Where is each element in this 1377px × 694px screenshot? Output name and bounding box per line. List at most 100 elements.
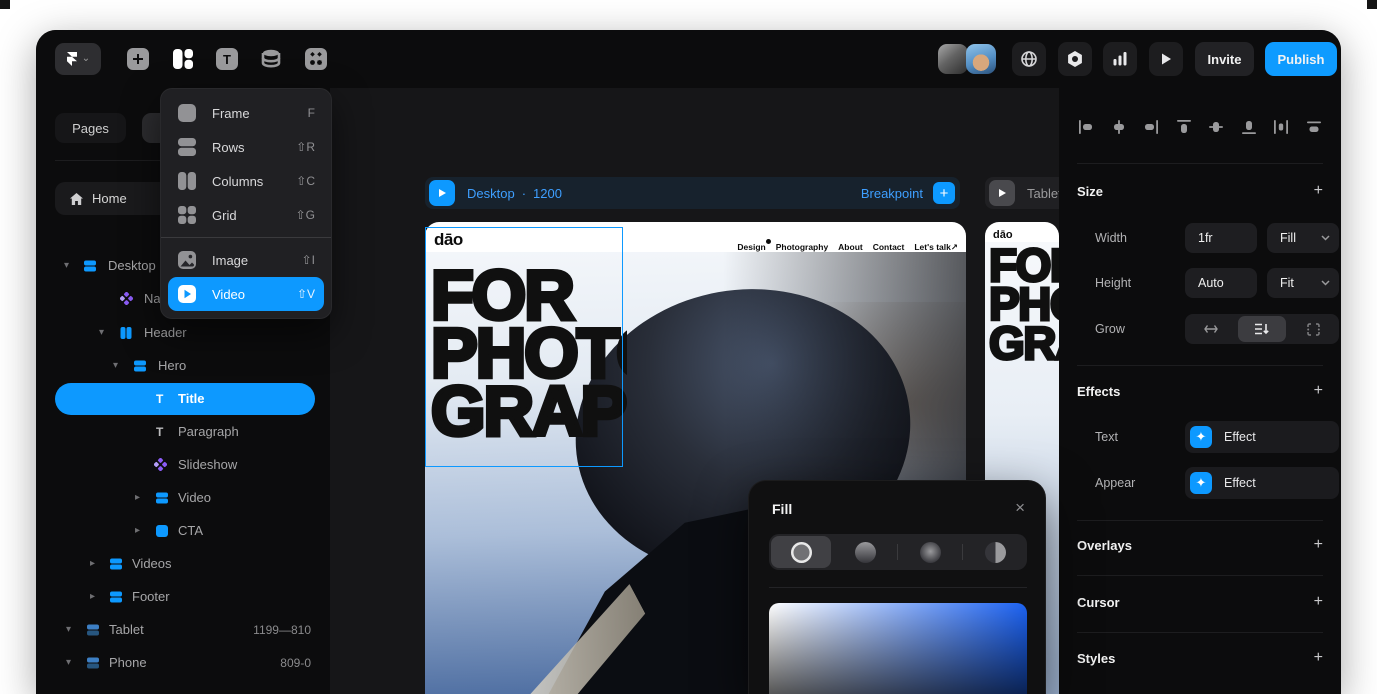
caret-right-icon[interactable]: ▸ — [135, 492, 140, 503]
width-input[interactable]: 1fr — [1185, 223, 1257, 253]
breakpoint-title[interactable]: Desktop · 1200 — [467, 186, 562, 201]
add-breakpoint-button[interactable]: + — [933, 182, 955, 204]
hero-title[interactable]: FOR PHOTO GRAP — [989, 246, 1059, 363]
preview-button[interactable] — [1149, 42, 1183, 76]
layout-tool-button[interactable] — [170, 46, 196, 72]
add-effect-button[interactable]: + — [1314, 382, 1323, 400]
plugins-button[interactable] — [1058, 42, 1092, 76]
text-tool-icon: T — [216, 48, 238, 70]
caret-right-icon[interactable]: ▸ — [135, 525, 140, 536]
text-tool-button[interactable]: T — [214, 46, 240, 72]
video-icon — [177, 284, 197, 304]
chevron-down-icon — [1321, 280, 1330, 286]
text-effect-button[interactable]: ✦ Effect — [1185, 421, 1339, 453]
site-logo: dāo — [993, 229, 1013, 241]
add-overlay-button[interactable]: + — [1314, 536, 1323, 554]
breakpoint-icon — [87, 624, 99, 636]
align-top-icon[interactable] — [1175, 118, 1193, 136]
layer-row-paragraph[interactable]: T Paragraph — [36, 415, 330, 448]
color-picker-area[interactable] — [769, 603, 1027, 694]
linear-gradient-icon — [855, 542, 876, 563]
layer-row-title-selected[interactable]: T Title — [36, 382, 330, 415]
align-center-vertical-icon[interactable] — [1207, 118, 1225, 136]
play-icon — [1159, 52, 1173, 66]
selection-outline[interactable] — [425, 227, 623, 467]
desktop-breakpoint-bar[interactable]: Desktop · 1200 Breakpoint + — [425, 177, 960, 209]
layers-tab-partial[interactable] — [142, 113, 162, 143]
caret-down-icon[interactable]: ▾ — [66, 624, 71, 635]
menu-item-image[interactable]: Image ⇧I — [168, 243, 324, 277]
layer-row-cta[interactable]: ▸ CTA — [36, 514, 330, 547]
inspector-panel: Size + Width 1fr Fill Height Auto Fit Gr… — [1059, 88, 1341, 694]
caret-right-icon[interactable]: ▸ — [90, 591, 95, 602]
play-tablet-button[interactable] — [989, 180, 1015, 206]
align-right-icon[interactable] — [1142, 118, 1160, 136]
menu-item-rows[interactable]: Rows ⇧R — [168, 130, 324, 164]
add-style-button[interactable]: + — [1314, 649, 1323, 667]
site-nav: Design Photography About Contact Let's t… — [737, 242, 958, 253]
insert-tool-button[interactable] — [125, 46, 151, 72]
add-cursor-button[interactable]: + — [1314, 593, 1323, 611]
menu-item-grid[interactable]: Grid ⇧G — [168, 198, 324, 232]
nav-about[interactable]: About — [838, 242, 863, 253]
breakpoint-icon — [87, 657, 99, 669]
menu-item-columns[interactable]: Columns ⇧C — [168, 164, 324, 198]
collaborator-avatar[interactable] — [966, 44, 996, 74]
layer-row-hero[interactable]: ▾ Hero — [36, 349, 330, 382]
fill-type-radial-gradient[interactable] — [900, 536, 960, 568]
distribute-vertical-icon[interactable] — [1305, 118, 1323, 136]
cms-tool-button[interactable] — [258, 46, 284, 72]
width-mode-select[interactable]: Fill — [1267, 223, 1339, 253]
align-center-horizontal-icon[interactable] — [1110, 118, 1128, 136]
layer-row-slideshow[interactable]: Slideshow — [36, 448, 330, 481]
caret-down-icon[interactable]: ▾ — [99, 327, 104, 338]
notification-dot — [766, 239, 771, 244]
distribute-horizontal-icon[interactable] — [1272, 118, 1290, 136]
menu-item-video-selected[interactable]: Video ⇧V — [168, 277, 324, 311]
height-mode-select[interactable]: Fit — [1267, 268, 1339, 298]
menu-item-frame[interactable]: Frame F — [168, 96, 324, 130]
fill-popup-title: Fill — [772, 501, 792, 517]
nav-contact[interactable]: Contact — [873, 242, 905, 253]
rows-icon — [134, 360, 146, 372]
grow-horizontal-option[interactable] — [1187, 316, 1234, 342]
caret-down-icon[interactable]: ▾ — [64, 260, 69, 271]
close-icon[interactable]: × — [1015, 498, 1025, 518]
alignment-toolbar — [1077, 118, 1323, 136]
fill-type-solid[interactable] — [771, 536, 831, 568]
grow-vertical-option-selected[interactable] — [1238, 316, 1285, 342]
pages-tab[interactable]: Pages — [55, 113, 126, 143]
caret-down-icon[interactable]: ▾ — [113, 360, 118, 371]
site-settings-button[interactable] — [1012, 42, 1046, 76]
layer-row-footer[interactable]: ▸ Footer — [36, 580, 330, 613]
layer-row-videos[interactable]: ▸ Videos — [36, 547, 330, 580]
nav-design[interactable]: Design — [737, 242, 765, 253]
align-bottom-icon[interactable] — [1240, 118, 1258, 136]
add-size-button[interactable]: + — [1314, 182, 1323, 200]
fill-type-angular-gradient[interactable] — [965, 536, 1025, 568]
layer-label: Title — [178, 391, 205, 406]
play-desktop-button[interactable] — [429, 180, 455, 206]
framer-logo-menu-button[interactable]: ⌄ — [55, 43, 101, 75]
grow-fixed-option[interactable] — [1290, 316, 1337, 342]
fill-type-linear-gradient[interactable] — [835, 536, 895, 568]
height-label: Height — [1095, 276, 1131, 290]
tablet-breakpoint-bar[interactable]: Tablet — [985, 177, 1059, 209]
caret-down-icon[interactable]: ▾ — [66, 657, 71, 668]
assets-tool-button[interactable] — [303, 46, 329, 72]
collaborator-avatar[interactable] — [938, 44, 968, 74]
caret-right-icon[interactable]: ▸ — [90, 558, 95, 569]
height-input[interactable]: Auto — [1185, 268, 1257, 298]
layer-row-header[interactable]: ▾ Header — [36, 316, 330, 349]
layer-row-video[interactable]: ▸ Video — [36, 481, 330, 514]
nav-lets-talk[interactable]: Let's talk↗ — [914, 242, 958, 253]
invite-button[interactable]: Invite — [1195, 42, 1254, 76]
layer-row-tablet[interactable]: ▾ Tablet 1199—810 — [36, 613, 330, 646]
align-left-icon[interactable] — [1077, 118, 1095, 136]
analytics-button[interactable] — [1103, 42, 1137, 76]
publish-button[interactable]: Publish — [1265, 42, 1337, 76]
nav-photography[interactable]: Photography — [776, 242, 828, 253]
angular-gradient-icon — [985, 542, 1006, 563]
appear-effect-button[interactable]: ✦ Effect — [1185, 467, 1339, 499]
layer-row-phone[interactable]: ▾ Phone 809-0 — [36, 646, 330, 679]
